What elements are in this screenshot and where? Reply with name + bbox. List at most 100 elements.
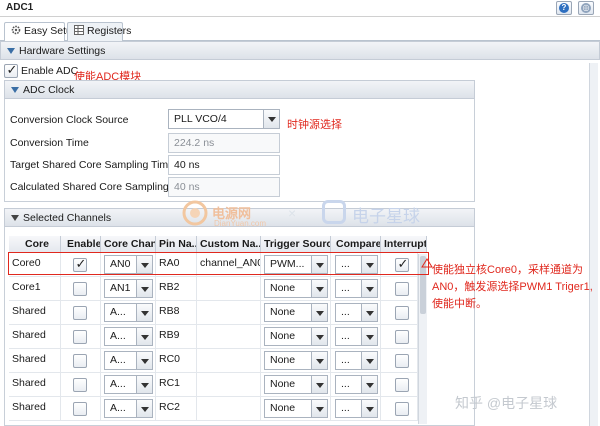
trigger-source-select[interactable]: None [264,399,328,418]
chevron-down-icon[interactable] [136,352,152,369]
cell-enable [61,349,101,373]
table-row[interactable]: Shared A... RC2 None... [9,397,427,421]
hardware-settings-header[interactable]: Hardware Settings [0,41,600,60]
chevron-down-icon[interactable] [136,304,152,321]
cell-pin-name: RB2 [156,277,197,301]
cell-core: Shared [9,349,61,373]
cell-custom-name[interactable] [197,349,261,373]
chevron-down-icon[interactable] [136,280,152,297]
chevron-down-icon[interactable] [136,328,152,345]
cell-compare: ... [331,325,381,349]
chevron-down-icon[interactable] [136,376,152,393]
enable-checkbox[interactable] [73,402,87,416]
interrupt-checkbox[interactable] [395,330,409,344]
compare-value: ... [341,306,350,318]
compare-select[interactable]: ... [335,327,378,346]
table-row[interactable]: Shared A... RB9 None... [9,325,427,349]
chevron-down-icon[interactable] [361,352,377,369]
trigger-source-select[interactable]: None [264,375,328,394]
core-channel-select[interactable]: A... [104,351,153,370]
col-custom-name[interactable]: Custom Na... [197,236,261,253]
compare-select[interactable]: ... [335,375,378,394]
compare-select[interactable]: ... [335,279,378,298]
cell-trigger-source: None [261,397,331,421]
trigger-source-select[interactable]: None [264,327,328,346]
cell-custom-name[interactable] [197,397,261,421]
cell-interrupt [381,301,418,325]
config-button[interactable]: ◎ [578,1,594,15]
interrupt-checkbox[interactable] [395,306,409,320]
col-core-channel[interactable]: Core Chan... [101,236,156,253]
chevron-down-icon[interactable] [311,400,327,417]
core-channel-select[interactable]: AN1 [104,279,153,298]
enable-checkbox[interactable] [73,354,87,368]
table-row[interactable]: Shared A... RC0 None... [9,349,427,373]
col-interrupt[interactable]: Interrupt [381,236,427,253]
pin-name-value: RC2 [159,401,181,413]
chevron-down-icon[interactable] [311,280,327,297]
target-sampling-input[interactable]: 40 ns [168,155,280,175]
clock-source-annotation: 时钟源选择 [287,119,342,131]
tab-easy-setup[interactable]: Easy Setup [4,22,78,42]
compare-select[interactable]: ... [335,351,378,370]
clock-source-label: Conversion Clock Source [10,114,129,126]
cell-pin-name: RC0 [156,349,197,373]
chevron-down-icon[interactable] [263,110,279,128]
tab-registers[interactable]: Registers [67,22,131,41]
enable-checkbox[interactable] [73,282,87,296]
trigger-source-select[interactable]: None [264,303,328,322]
chevron-down-icon[interactable] [361,376,377,393]
core-value: Shared [12,401,46,413]
chevron-down-icon[interactable] [311,304,327,321]
interrupt-checkbox[interactable] [395,378,409,392]
enable-checkbox[interactable] [73,330,87,344]
col-compare[interactable]: Compare [331,236,381,253]
core-channel-select[interactable]: A... [104,327,153,346]
col-pin-name[interactable]: Pin Na... [156,236,197,253]
main-scrollbar[interactable] [589,63,598,426]
enable-checkbox[interactable] [73,378,87,392]
clock-source-value: PLL VCO/4 [174,113,227,125]
cell-pin-name: RB8 [156,301,197,325]
col-enable[interactable]: Enable [61,236,101,253]
interrupt-checkbox[interactable] [395,402,409,416]
core-channel-value: A... [110,354,126,366]
cell-enable [61,277,101,301]
adc-clock-header[interactable]: ADC Clock [4,80,475,99]
cell-core: Shared [9,373,61,397]
chevron-down-icon[interactable] [361,400,377,417]
core-channel-select[interactable]: A... [104,375,153,394]
window-title: ADC1 [6,2,34,13]
table-row[interactable]: Shared A... RC1 None... [9,373,427,397]
table-row[interactable]: Core1 AN1 RB2 None... [9,277,427,301]
chevron-down-icon[interactable] [311,376,327,393]
chevron-down-icon[interactable] [361,304,377,321]
cell-custom-name[interactable] [197,373,261,397]
compare-select[interactable]: ... [335,399,378,418]
chevron-down-icon[interactable] [361,280,377,297]
chevron-down-icon[interactable] [361,328,377,345]
compare-select[interactable]: ... [335,303,378,322]
trigger-source-select[interactable]: None [264,351,328,370]
chevron-down-icon[interactable] [311,352,327,369]
help-button[interactable]: ? [556,1,572,15]
cell-custom-name[interactable] [197,301,261,325]
table-scrollbar[interactable] [418,254,427,424]
enable-adc-checkbox[interactable]: ✓ [4,62,18,78]
core-channel-value: A... [110,402,126,414]
chevron-down-icon[interactable] [311,328,327,345]
core-value: Shared [12,353,46,365]
col-core[interactable]: Core [9,236,61,253]
interrupt-checkbox[interactable] [395,282,409,296]
col-trigger-source[interactable]: Trigger Source [261,236,331,253]
chevron-down-icon[interactable] [136,400,152,417]
core-channel-select[interactable]: A... [104,303,153,322]
table-row[interactable]: Shared A... RB8 None... [9,301,427,325]
trigger-source-select[interactable]: None [264,279,328,298]
interrupt-checkbox[interactable] [395,354,409,368]
enable-checkbox[interactable] [73,306,87,320]
clock-source-select[interactable]: PLL VCO/4 [168,109,280,129]
core-channel-select[interactable]: A... [104,399,153,418]
cell-custom-name[interactable] [197,277,261,301]
cell-custom-name[interactable] [197,325,261,349]
